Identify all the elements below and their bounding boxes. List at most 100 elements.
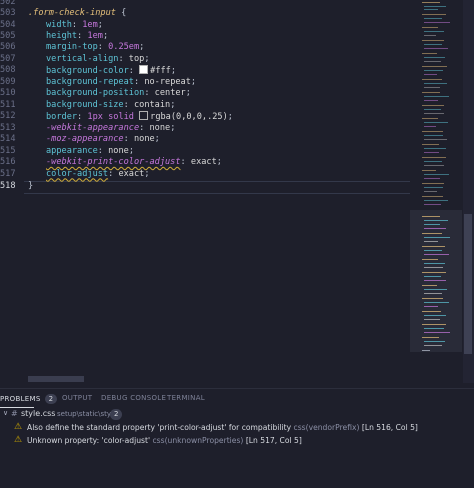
tab-output[interactable]: OUTPUT (62, 394, 92, 402)
minimap-line (424, 293, 442, 294)
tab-problems[interactable]: PROBLEMS 2 (0, 394, 58, 404)
minimap-line (424, 57, 445, 58)
code-line: vertical-align: top; (46, 53, 150, 64)
minimap-line (424, 267, 443, 268)
minimap-line (424, 191, 437, 192)
file-name: style.css (21, 409, 56, 418)
chevron-down-icon[interactable]: ∨ (3, 409, 8, 417)
minimap-line (424, 61, 441, 62)
minimap-line (424, 224, 440, 225)
minimap-line (424, 174, 449, 175)
line-number: 513 (0, 122, 16, 133)
minimap-line (422, 66, 447, 67)
minimap-line (424, 228, 446, 229)
minimap-line (422, 40, 444, 41)
color-swatch[interactable] (139, 65, 149, 74)
minimap-line (422, 53, 437, 54)
line-number: 504 (0, 19, 16, 30)
warning-icon: ⚠ (14, 435, 23, 445)
line-number: 516 (0, 157, 16, 167)
problem-file-group[interactable]: ∨ # style.css setup\static\styles 2 (0, 408, 474, 421)
minimap-line (424, 341, 445, 342)
minimap-line (424, 87, 440, 88)
code-line: .form-check-input { (28, 8, 127, 18)
code-line: border: 1px solid rgba(0,0,0,.25); (46, 111, 233, 122)
minimap-line (424, 44, 442, 45)
file-problem-count: 2 (110, 409, 123, 420)
code-line: background-repeat: no-repeat; (46, 76, 197, 87)
minimap-line (424, 254, 449, 255)
minimap-viewport[interactable] (410, 210, 462, 352)
minimap-line (422, 131, 443, 132)
code-line: background-size: contain; (46, 99, 176, 110)
minimap-line (424, 289, 447, 290)
minimap-line (424, 148, 446, 149)
code-line: } (28, 180, 34, 191)
code-line: height: 1em; (46, 31, 109, 41)
code-line: -webkit-print-color-adjust: exact; (46, 157, 222, 167)
code-line: color-adjust: exact; (46, 168, 150, 179)
problem-location: [Ln 516, Col 5] (361, 423, 418, 432)
color-swatch[interactable] (139, 111, 149, 120)
minimap-line (422, 14, 446, 15)
minimap-line (422, 298, 443, 299)
line-number: 517 (0, 168, 16, 179)
code-line: -webkit-appearance: none; (46, 122, 176, 133)
minimap-line (422, 79, 442, 80)
code-line: background-position: center; (46, 88, 191, 98)
minimap-line (424, 241, 438, 242)
minimap-line (424, 109, 441, 110)
minimap-line (424, 328, 444, 329)
minimap-line (424, 35, 436, 36)
minimap-line (424, 220, 448, 221)
problem-item[interactable]: ⚠ Also define the standard property 'pri… (0, 422, 474, 435)
minimap-line (424, 96, 449, 97)
minimap-line (422, 105, 444, 106)
line-number: 511 (0, 99, 16, 110)
line-number: 518 (0, 180, 16, 191)
minimap-line (424, 187, 443, 188)
minimap-line (424, 302, 449, 303)
warning-squiggle[interactable]: color-adjust (46, 169, 108, 179)
line-number: 515 (0, 145, 16, 156)
warning-icon: ⚠ (14, 422, 23, 432)
problem-item[interactable]: ⚠ Unknown property: 'color-adjust' css(u… (0, 435, 474, 448)
minimap-line (422, 233, 442, 234)
minimap-line (424, 250, 442, 251)
scrollbar-thumb[interactable] (464, 214, 472, 354)
code-line: margin-top: 0.25em; (46, 42, 145, 52)
minimap-line (424, 204, 441, 205)
problem-count-badge: 2 (44, 394, 58, 404)
minimap-line (424, 319, 440, 320)
minimap-line (424, 178, 440, 179)
line-number: 512 (0, 111, 16, 121)
css-file-icon: # (11, 409, 18, 418)
minimap-line (424, 165, 444, 166)
bottom-panel: PROBLEMS 2 OUTPUT DEBUG CONSOLE TERMINAL … (0, 388, 474, 488)
minimap-line (424, 161, 442, 162)
minimap-line (424, 135, 443, 136)
minimap-line (424, 48, 448, 49)
tab-debug-console[interactable]: DEBUG CONSOLE (101, 394, 166, 402)
minimap-line (422, 2, 440, 3)
line-number-gutter: 502 503 504 505 506 507 508 509 510 511 … (0, 0, 22, 383)
minimap-line (424, 126, 436, 127)
warning-squiggle[interactable]: -webkit-print-color-adjust (46, 157, 181, 167)
minimap-line (424, 306, 438, 307)
css-selector: .form-check-input (28, 8, 116, 18)
line-number: 509 (0, 76, 16, 87)
minimap-line (424, 122, 448, 123)
tab-terminal[interactable]: TERMINAL (167, 394, 205, 402)
code-editor[interactable]: 502 503 504 505 506 507 508 509 510 511 … (0, 0, 474, 383)
minimap-line (424, 74, 437, 75)
minimap-line (422, 144, 439, 145)
minimap-line (424, 9, 438, 10)
line-number: 508 (0, 65, 16, 75)
minimap-line (422, 216, 440, 217)
minimap-line (424, 276, 441, 277)
minimap-line (422, 259, 438, 260)
minimap-line (424, 22, 450, 23)
horizontal-scrollbar-thumb[interactable] (28, 376, 84, 382)
minimap-line (424, 280, 446, 281)
code-line: appearance: none; (46, 145, 134, 156)
